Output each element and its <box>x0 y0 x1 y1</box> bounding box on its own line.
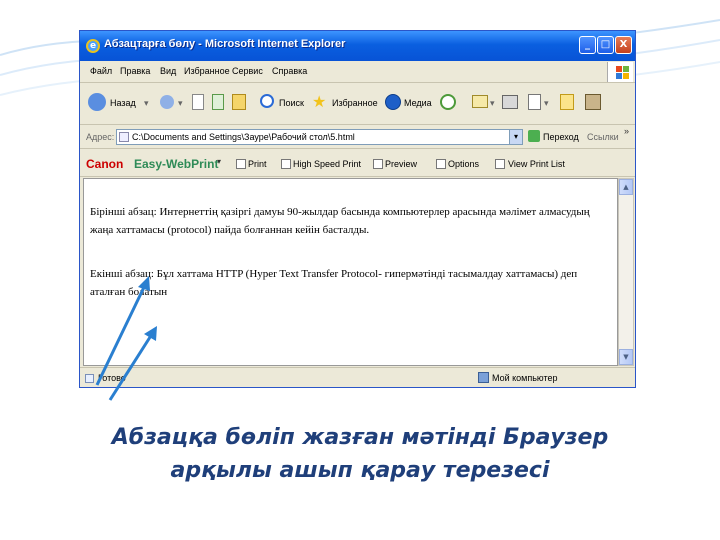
print-icon[interactable] <box>236 159 246 169</box>
paragraph-2: Екінші абзац: Бұл хаттама HTTP (Hyper Te… <box>90 268 578 298</box>
favorites-star-icon[interactable]: ★ <box>312 92 326 112</box>
caption-line-2: арқылы ашып қарау терезесі <box>170 458 550 483</box>
media-icon[interactable] <box>385 94 401 110</box>
easy-webprint-dropdown-icon[interactable]: ▾ <box>217 157 221 166</box>
my-computer-icon <box>478 372 489 383</box>
print-icon[interactable] <box>502 95 518 109</box>
page-content: Бірінші абзац: Интернеттің қазіргі дамуы… <box>83 178 618 366</box>
favorites-button-label[interactable]: Избранное <box>332 98 378 108</box>
menu-favorites[interactable]: Избранное <box>184 66 230 76</box>
print-button[interactable]: Print <box>248 159 267 169</box>
easy-webprint-menu[interactable]: Easy-WebPrint <box>134 157 218 171</box>
stop-icon[interactable] <box>192 94 204 110</box>
paragraph-1: Бірінші абзац: Интернеттің қазіргі дамуы… <box>90 206 590 236</box>
window-title: Абзацтарға бөлу - Microsoft Internet Exp… <box>104 38 346 50</box>
history-icon[interactable] <box>440 94 456 110</box>
menu-bar: Файл Правка Вид Избранное Сервис Справка <box>80 61 635 83</box>
preview-button[interactable]: Preview <box>385 159 417 169</box>
menu-file[interactable]: Файл <box>90 66 112 76</box>
refresh-icon[interactable] <box>212 94 224 110</box>
scroll-down-icon[interactable]: ▼ <box>619 349 633 365</box>
close-button[interactable]: X <box>615 36 632 54</box>
address-bar: Адрес: C:\Documents and Settings\Зауре\Р… <box>80 125 635 149</box>
minimize-button[interactable]: _ <box>579 36 596 54</box>
back-arrow-icon[interactable] <box>88 93 106 111</box>
links-label[interactable]: Ссылки <box>587 132 619 142</box>
address-input[interactable]: C:\Documents and Settings\Зауре\Рабочий … <box>116 129 523 145</box>
menu-help[interactable]: Справка <box>272 66 307 76</box>
view-print-list-icon[interactable] <box>495 159 505 169</box>
mail-icon[interactable] <box>472 95 488 108</box>
mail-dropdown-icon[interactable]: ▾ <box>490 98 495 109</box>
menu-tools[interactable]: Сервис <box>232 66 263 76</box>
view-print-list-button[interactable]: View Print List <box>508 159 565 169</box>
toolbar-overflow-icon[interactable]: » <box>624 126 629 136</box>
high-speed-print-icon[interactable] <box>281 159 291 169</box>
status-bar: Готово Мой компьютер <box>80 367 635 387</box>
caption-line-1: Абзацқа бөліп жазған мәтінді Браузер <box>111 425 609 450</box>
address-dropdown-icon[interactable]: ▾ <box>509 130 522 144</box>
go-button-label[interactable]: Переход <box>543 132 579 142</box>
home-icon[interactable] <box>232 94 246 110</box>
ie-icon: e <box>86 39 100 53</box>
forward-dropdown-icon[interactable]: ▾ <box>178 98 183 109</box>
preview-icon[interactable] <box>373 159 383 169</box>
search-button-label[interactable]: Поиск <box>279 98 304 108</box>
options-button[interactable]: Options <box>448 159 479 169</box>
search-icon[interactable] <box>260 94 274 108</box>
maximize-button[interactable]: □ <box>597 36 614 54</box>
discuss-icon[interactable] <box>560 94 574 110</box>
menu-edit[interactable]: Правка <box>120 66 150 76</box>
research-icon[interactable] <box>585 94 601 110</box>
media-button-label[interactable]: Медиа <box>404 98 432 108</box>
back-dropdown-icon[interactable]: ▾ <box>144 98 149 109</box>
scroll-up-icon[interactable]: ▲ <box>619 179 633 195</box>
menu-view[interactable]: Вид <box>160 66 176 76</box>
options-icon[interactable] <box>436 159 446 169</box>
standard-toolbar: Назад ▾ ▾ Поиск ★ Избранное Медиа ▾ ▾ <box>80 83 635 125</box>
page-icon <box>119 132 129 142</box>
edit-icon[interactable] <box>528 94 541 110</box>
address-label: Адрес: <box>86 132 115 142</box>
edit-dropdown-icon[interactable]: ▾ <box>544 98 549 109</box>
page-status-icon <box>85 374 94 383</box>
browser-window: e Абзацтарға бөлу - Microsoft Internet E… <box>79 30 636 388</box>
windows-logo-icon <box>607 62 633 82</box>
go-arrow-icon[interactable] <box>528 130 540 142</box>
address-value: C:\Documents and Settings\Зауре\Рабочий … <box>132 132 355 142</box>
zone-text: Мой компьютер <box>492 373 558 383</box>
status-text: Готово <box>98 373 126 383</box>
high-speed-print-button[interactable]: High Speed Print <box>293 159 361 169</box>
canon-easy-webprint-toolbar: Canon Easy-WebPrint ▾ Print High Speed P… <box>80 149 635 177</box>
forward-arrow-icon[interactable] <box>160 95 174 109</box>
canon-logo: Canon <box>86 157 124 171</box>
back-button-label[interactable]: Назад <box>110 98 136 108</box>
vertical-scrollbar[interactable]: ▲ ▼ <box>618 178 634 366</box>
title-bar[interactable]: e Абзацтарға бөлу - Microsoft Internet E… <box>80 31 635 61</box>
